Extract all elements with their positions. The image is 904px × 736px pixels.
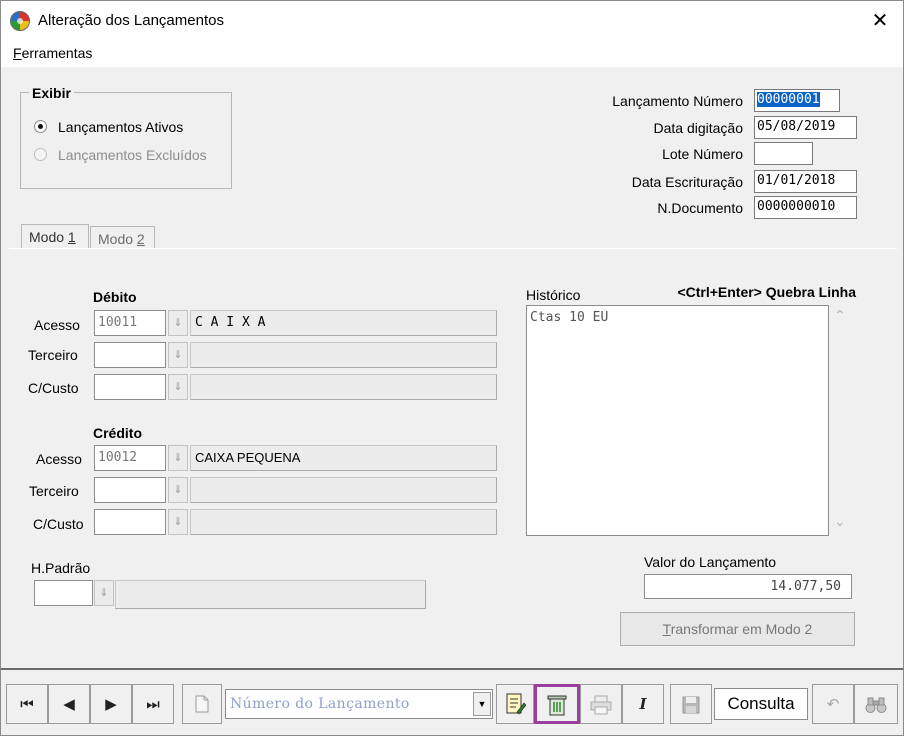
historico-scroll-up-icon[interactable]: ⌃	[834, 308, 846, 324]
debito-custo-description	[190, 374, 497, 400]
navigation-toolbar: ⏮ ◀ ▶ ⏭ Número do Lançamento ▼ I Consult…	[6, 684, 899, 726]
combo-chevron-down-icon[interactable]: ▼	[473, 692, 491, 716]
n-documento-label: N.Documento	[657, 200, 743, 216]
transformar-modo-2-button[interactable]: Transformar em Modo 2	[620, 612, 855, 646]
title-bar: Alteração dos Lançamentos ✕	[1, 1, 903, 39]
radio-excluidos-label: Lançamentos Excluídos	[58, 147, 207, 163]
undo-icon[interactable]: ↶	[812, 684, 854, 724]
menu-ferramentas-accel: F	[13, 45, 22, 61]
transformar-accel: T	[662, 621, 671, 637]
hpadrao-dropdown-icon[interactable]: ⇓	[94, 580, 114, 606]
lote-numero-field[interactable]	[754, 142, 813, 165]
edit-notes-icon[interactable]	[496, 684, 534, 724]
hpadrao-label: H.Padrão	[31, 560, 91, 576]
hpadrao-input[interactable]	[34, 580, 93, 606]
data-digitacao-label: Data digitação	[653, 120, 743, 136]
data-escrituracao-label: Data Escrituração	[631, 174, 743, 190]
exibir-groupbox	[20, 92, 232, 189]
credito-acesso-input[interactable]: 10012	[94, 445, 166, 471]
delete-trash-button[interactable]	[534, 684, 580, 724]
lancamento-numero-value: 00000001	[757, 92, 820, 107]
radio-lancamentos-ativos[interactable]: Lançamentos Ativos	[32, 119, 222, 139]
numero-lancamento-placeholder: Número do Lançamento	[230, 696, 410, 712]
binoculars-search-icon[interactable]	[854, 684, 898, 724]
debito-terceiro-label: Terceiro	[28, 347, 78, 363]
credito-terceiro-description	[190, 477, 497, 503]
close-button[interactable]: ✕	[863, 5, 897, 35]
first-record-icon[interactable]: ⏮	[6, 684, 48, 724]
historico-scroll-down-icon[interactable]: ⌄	[834, 514, 846, 530]
n-documento-field[interactable]: 0000000010	[754, 196, 857, 219]
last-record-icon[interactable]: ⏭	[132, 684, 174, 724]
debito-title: Débito	[93, 289, 137, 305]
exibir-legend: Exibir	[29, 85, 74, 101]
historico-textarea[interactable]: Ctas 10 EU	[526, 305, 829, 536]
main-window: Alteração dos Lançamentos ✕ Ferramentas …	[0, 0, 904, 736]
debito-custo-dropdown-icon[interactable]: ⇓	[168, 374, 188, 400]
radio-ativos-label: Lançamentos Ativos	[58, 119, 184, 135]
new-document-icon[interactable]	[182, 684, 222, 724]
debito-acesso-dropdown-icon[interactable]: ⇓	[168, 310, 188, 336]
credito-acesso-description: CAIXA PEQUENA	[190, 445, 497, 471]
data-escrituracao-field[interactable]: 01/01/2018	[754, 170, 857, 193]
app-globe-icon	[10, 11, 30, 31]
credito-terceiro-dropdown-icon[interactable]: ⇓	[168, 477, 188, 503]
next-record-icon[interactable]: ▶	[90, 684, 132, 724]
debito-acesso-label: Acesso	[34, 317, 80, 333]
transformar-rest: ransformar em Modo 2	[670, 621, 813, 637]
tab-modo-2-prefix: Modo	[98, 231, 137, 247]
credito-terceiro-label: Terceiro	[29, 483, 79, 499]
menu-bar: Ferramentas	[1, 39, 903, 67]
credito-custo-label: C/Custo	[33, 516, 84, 532]
historico-hint: <Ctrl+Enter> Quebra Linha	[677, 284, 856, 300]
numero-lancamento-combo[interactable]: Número do Lançamento ▼	[225, 689, 493, 719]
valor-field[interactable]: 14.077,50	[644, 574, 852, 599]
tab-modo-1-prefix: Modo	[29, 229, 68, 245]
credito-title: Crédito	[93, 425, 142, 441]
lancamento-numero-field[interactable]: 00000001	[754, 89, 840, 112]
credito-terceiro-input[interactable]	[94, 477, 166, 503]
lote-numero-label: Lote Número	[662, 146, 743, 162]
data-digitacao-field[interactable]: 05/08/2019	[754, 116, 857, 139]
historico-label: Histórico	[526, 287, 581, 303]
tab-modo-1[interactable]: Modo 1	[21, 224, 89, 249]
radio-lancamentos-excluidos[interactable]: Lançamentos Excluídos	[32, 147, 222, 167]
menu-ferramentas-rest: erramentas	[21, 45, 93, 61]
debito-terceiro-input[interactable]	[94, 342, 166, 368]
debito-custo-input[interactable]	[94, 374, 166, 400]
debito-terceiro-description	[190, 342, 497, 368]
valor-label: Valor do Lançamento	[644, 554, 777, 570]
credito-acesso-label: Acesso	[36, 451, 82, 467]
tab-modo-1-key: 1	[67, 229, 76, 245]
credito-custo-description	[190, 509, 497, 535]
lancamento-numero-label: Lançamento Número	[612, 93, 743, 109]
mode-consulta-status: Consulta	[714, 688, 808, 720]
window-title: Alteração dos Lançamentos	[38, 12, 224, 29]
print-icon[interactable]	[580, 684, 622, 724]
tab-modo-2[interactable]: Modo 2	[90, 226, 155, 249]
save-disk-icon[interactable]	[670, 684, 712, 724]
italic-icon[interactable]: I	[622, 684, 664, 724]
credito-acesso-dropdown-icon[interactable]: ⇓	[168, 445, 188, 471]
debito-acesso-input[interactable]: 10011	[94, 310, 166, 336]
credito-custo-input[interactable]	[94, 509, 166, 535]
debito-custo-label: C/Custo	[28, 380, 79, 396]
tab-modo-2-key: 2	[136, 231, 145, 247]
credito-custo-dropdown-icon[interactable]: ⇓	[168, 509, 188, 535]
menu-ferramentas[interactable]: Ferramentas	[13, 45, 92, 61]
radio-ativos-indicator[interactable]	[34, 120, 47, 133]
debito-terceiro-dropdown-icon[interactable]: ⇓	[168, 342, 188, 368]
radio-excluidos-indicator[interactable]	[34, 148, 47, 161]
panel-bottom-divider	[1, 668, 903, 670]
prev-record-icon[interactable]: ◀	[48, 684, 90, 724]
debito-acesso-description: C A I X A	[190, 310, 497, 336]
hpadrao-description	[115, 580, 426, 609]
